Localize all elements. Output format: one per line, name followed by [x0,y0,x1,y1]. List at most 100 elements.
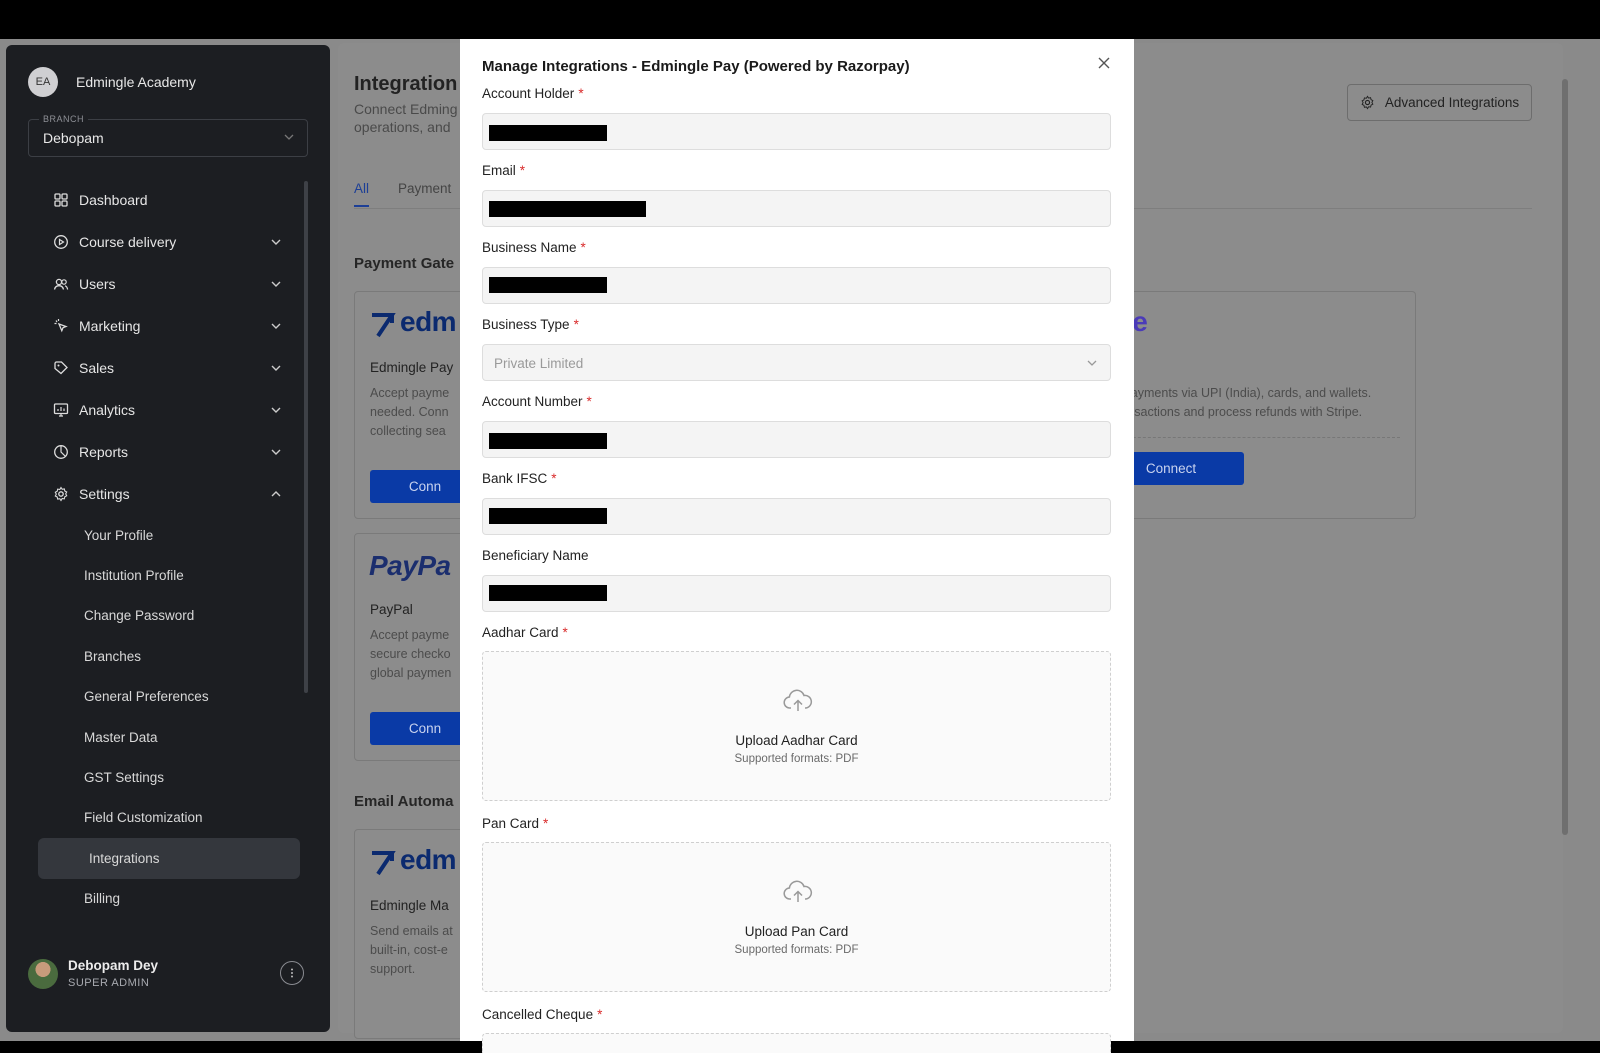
sidebar-item-dashboard[interactable]: Dashboard [32,179,292,221]
connect-button[interactable]: Conn [370,712,463,745]
cloud-upload-icon [783,880,813,902]
sidebar-item-analytics[interactable]: Analytics [32,389,292,431]
sidebar-subitem-general-preferences[interactable]: General Preferences [32,677,292,717]
sidebar-subitem-change-password[interactable]: Change Password [32,596,292,636]
redacted-value [489,508,607,524]
gear-icon [1360,95,1375,110]
chevron-down-icon [271,407,281,413]
tab-payment[interactable]: Payment [398,181,451,196]
card-name: PayPal [370,602,413,617]
sidebar-item-label: Marketing [79,318,141,334]
account-holder-input[interactable] [482,113,1111,150]
chevron-down-icon [271,281,281,287]
sidebar-subitem-field-customization[interactable]: Field Customization [32,798,292,838]
page-subtitle: Connect Edming [354,101,458,117]
chevron-down-icon [284,134,294,140]
section-title-payment: Payment Gate [354,255,455,272]
edmingle-brand-text: edm [400,306,457,337]
sidebar-subitem-gst-settings[interactable]: GST Settings [32,757,292,797]
business-name-input[interactable] [482,267,1111,304]
sidebar-item-label: Analytics [79,402,136,418]
sidebar-item-marketing[interactable]: Marketing [32,305,292,347]
sidebar-subitem-billing[interactable]: Billing [32,879,292,919]
sidebar-subitem-institution-profile[interactable]: Institution Profile [32,555,292,595]
sidebar: EA Edmingle Academy BRANCH Debopam Dashb… [6,45,330,1032]
sidebar-subitem-master-data[interactable]: Master Data [32,717,292,757]
field-label-aadhar-card: Aadhar Card * [482,625,568,640]
cheque-upload-dropzone[interactable] [482,1033,1111,1053]
card-desc-line: Accept payme [370,628,450,642]
connect-button[interactable]: Conn [370,470,463,503]
users-icon [53,276,69,292]
page-scrollbar[interactable] [1562,79,1568,835]
card-divider [1098,437,1400,438]
more-vertical-icon[interactable] [280,961,304,985]
chart-icon [53,402,69,418]
card-desc-line: secure checko [370,647,451,661]
account-number-input[interactable] [482,421,1111,458]
tag-icon [53,360,69,376]
redacted-value [489,585,607,601]
screen-top-bar [0,0,1600,39]
user-profile: Debopam Dey SUPER ADMIN [28,958,318,989]
business-type-value: Private Limited [494,356,584,371]
bank-ifsc-input[interactable] [482,498,1111,535]
field-label-bank-ifsc: Bank IFSC * [482,471,557,486]
page-subtitle-line2: operations, and [354,119,451,135]
card-desc-line: Accept payme [370,386,450,400]
field-label-beneficiary-name: Beneficiary Name [482,548,589,563]
redacted-value [489,277,607,293]
pan-upload-dropzone[interactable]: Upload Pan Card Supported formats: PDF [482,842,1111,992]
gear-icon [53,486,69,502]
grid-icon [53,192,69,208]
sidebar-item-users[interactable]: Users [32,263,292,305]
field-label-email: Email * [482,163,526,178]
edmingle-logo-icon [372,313,396,338]
play-circle-icon [53,234,69,250]
tab-all[interactable]: All [354,181,369,196]
sidebar-item-label: Sales [79,360,115,376]
sidebar-subitem-integrations[interactable]: Integrations [38,838,300,879]
section-title-email: Email Automa [354,793,454,810]
card-desc-line: k transactions and process refunds with … [1103,405,1363,419]
manage-integrations-modal: Manage Integrations - Edmingle Pay (Powe… [460,39,1134,1053]
card-desc-line: ept payments via UPI (India), cards, and… [1103,386,1372,400]
sidebar-item-label: Settings [79,486,130,502]
card-desc-line: built-in, cost-e [370,943,448,957]
sidebar-item-settings[interactable]: Settings [32,473,292,515]
upload-title: Upload Aadhar Card [735,733,858,748]
sidebar-item-label: Dashboard [79,192,148,208]
upload-formats: Supported formats: PDF [734,944,859,956]
redacted-value [489,201,646,217]
branch-value: Debopam [43,130,104,146]
user-avatar [28,958,58,989]
field-label-pan-card: Pan Card * [482,816,549,831]
sidebar-nav: Dashboard Course delivery Users Marketin… [32,179,300,919]
user-name: Debopam Dey [68,958,159,973]
email-input[interactable] [482,190,1111,227]
chevron-up-icon [271,491,281,497]
aadhar-upload-dropzone[interactable]: Upload Aadhar Card Supported formats: PD… [482,651,1111,801]
field-label-account-number: Account Number * [482,394,592,409]
chevron-down-icon [271,365,281,371]
beneficiary-name-input[interactable] [482,575,1111,612]
advanced-integrations-button[interactable]: Advanced Integrations [1347,84,1532,121]
sidebar-subitem-your-profile[interactable]: Your Profile [32,515,292,555]
sidebar-item-sales[interactable]: Sales [32,347,292,389]
edmingle-brand-text: edm [400,844,457,875]
close-icon[interactable] [1097,56,1111,70]
redacted-value [489,125,607,141]
account-switcher[interactable]: EA Edmingle Academy [28,67,196,97]
business-type-select[interactable]: Private Limited [482,344,1111,381]
sidebar-subitem-branches[interactable]: Branches [32,636,292,676]
sidebar-item-course-delivery[interactable]: Course delivery [32,221,292,263]
field-label-cancelled-cheque: Cancelled Cheque * [482,1007,603,1022]
sidebar-scrollbar[interactable] [304,181,308,693]
modal-title: Manage Integrations - Edmingle Pay (Powe… [482,58,910,75]
branch-select[interactable]: BRANCH Debopam [28,114,308,157]
card-name: Edmingle Pay [370,360,454,375]
card-paypal: PayPa PayPal Accept payme secure checko … [354,533,464,761]
card-desc-line: collecting sea [370,424,446,438]
advanced-integrations-label: Advanced Integrations [1384,95,1520,110]
sidebar-item-reports[interactable]: Reports [32,431,292,473]
